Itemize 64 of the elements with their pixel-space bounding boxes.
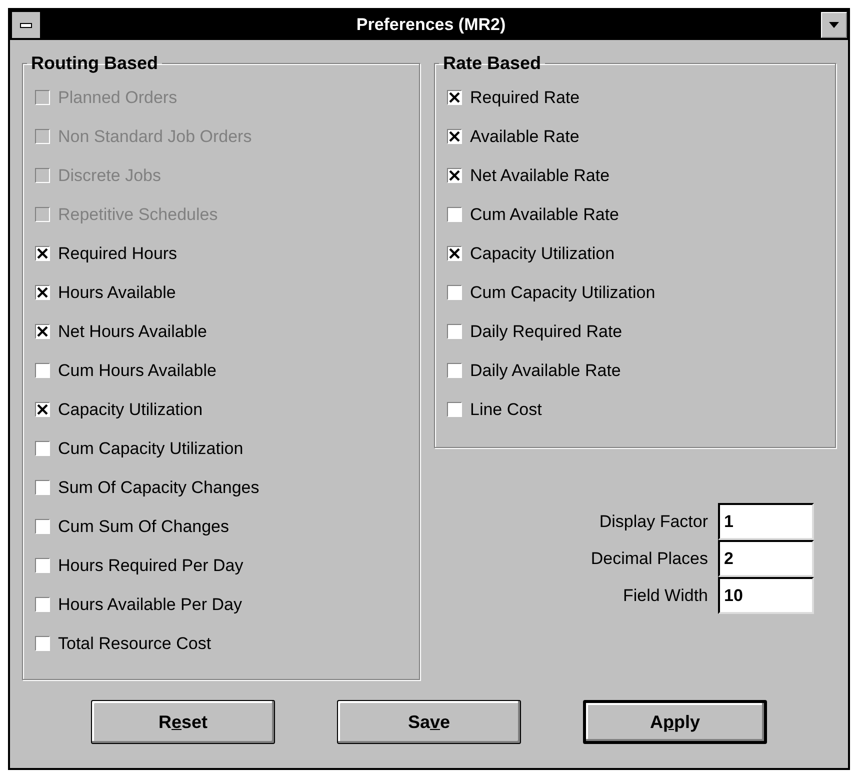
checkbox-option[interactable]: Cum Capacity Utilization bbox=[447, 273, 823, 312]
checkbox[interactable] bbox=[35, 246, 50, 261]
checkbox[interactable] bbox=[447, 129, 462, 144]
checkbox[interactable] bbox=[35, 441, 50, 456]
checkbox-option[interactable]: Cum Hours Available bbox=[35, 351, 407, 390]
check-x-icon bbox=[37, 326, 48, 337]
input-field[interactable]: 2 bbox=[718, 540, 814, 577]
window-title: Preferences (MR2) bbox=[356, 14, 506, 36]
checkbox-option[interactable]: Daily Available Rate bbox=[447, 351, 823, 390]
checkbox[interactable] bbox=[447, 363, 462, 378]
checkbox[interactable] bbox=[447, 90, 462, 105]
checkbox[interactable] bbox=[35, 519, 50, 534]
system-menu-button[interactable] bbox=[11, 11, 41, 39]
checkbox-option[interactable]: Available Rate bbox=[447, 117, 823, 156]
check-x-icon bbox=[449, 131, 460, 142]
checkbox-option[interactable]: Capacity Utilization bbox=[447, 234, 823, 273]
checkbox-option[interactable]: Hours Available bbox=[35, 273, 407, 312]
input-field[interactable]: 10 bbox=[718, 577, 814, 614]
dialog-button[interactable]: Reset bbox=[91, 700, 275, 744]
checkbox-option[interactable]: Cum Sum Of Changes bbox=[35, 507, 407, 546]
checkbox-option[interactable]: Required Rate bbox=[447, 78, 823, 117]
group-title: Routing Based bbox=[30, 52, 160, 74]
checkbox[interactable] bbox=[35, 363, 50, 378]
checkbox-option[interactable]: Capacity Utilization bbox=[35, 390, 407, 429]
dialog-button[interactable]: Save bbox=[337, 700, 521, 744]
checkbox-option[interactable]: Line Cost bbox=[447, 390, 823, 429]
caret-icon bbox=[829, 22, 839, 28]
checkbox-option[interactable]: Daily Required Rate bbox=[447, 312, 823, 351]
checkbox-option[interactable]: Hours Required Per Day bbox=[35, 546, 407, 585]
checkbox[interactable] bbox=[35, 324, 50, 339]
field-label: Display Factor bbox=[599, 510, 708, 533]
checkbox-option[interactable]: Total Resource Cost bbox=[35, 624, 407, 663]
checkbox-option[interactable]: Sum Of Capacity Changes bbox=[35, 468, 407, 507]
check-x-icon bbox=[37, 287, 48, 298]
input-field[interactable]: 1 bbox=[718, 503, 814, 540]
checkbox-option[interactable]: Net Hours Available bbox=[35, 312, 407, 351]
checkbox[interactable] bbox=[35, 480, 50, 495]
checkbox[interactable] bbox=[447, 168, 462, 183]
field-label: Field Width bbox=[622, 584, 708, 607]
check-x-icon bbox=[37, 248, 48, 259]
group-title: Rate Based bbox=[442, 52, 542, 74]
checkbox-option[interactable]: Hours Available Per Day bbox=[35, 585, 407, 624]
checkbox-option[interactable]: Cum Capacity Utilization bbox=[35, 429, 407, 468]
checkbox[interactable] bbox=[35, 558, 50, 573]
checkbox[interactable] bbox=[447, 246, 462, 261]
checkbox[interactable] bbox=[447, 285, 462, 300]
checkbox[interactable] bbox=[447, 207, 462, 222]
dialog-button[interactable]: Apply bbox=[583, 700, 767, 744]
checkbox-option[interactable]: Cum Available Rate bbox=[447, 195, 823, 234]
dropdown-button[interactable] bbox=[821, 12, 847, 38]
checkbox[interactable] bbox=[447, 324, 462, 339]
checkbox-option[interactable]: Net Available Rate bbox=[447, 156, 823, 195]
check-x-icon bbox=[449, 248, 460, 259]
check-x-icon bbox=[449, 170, 460, 181]
check-x-icon bbox=[37, 404, 48, 415]
checkbox[interactable] bbox=[35, 636, 50, 651]
checkbox[interactable] bbox=[35, 402, 50, 417]
field-label: Decimal Places bbox=[590, 548, 708, 570]
checkbox-option[interactable]: Required Hours bbox=[35, 234, 407, 273]
check-x-icon bbox=[449, 92, 460, 103]
checkbox[interactable] bbox=[35, 285, 50, 300]
minus-icon bbox=[20, 22, 32, 28]
checkbox[interactable] bbox=[35, 597, 50, 612]
checkbox[interactable] bbox=[447, 402, 462, 417]
